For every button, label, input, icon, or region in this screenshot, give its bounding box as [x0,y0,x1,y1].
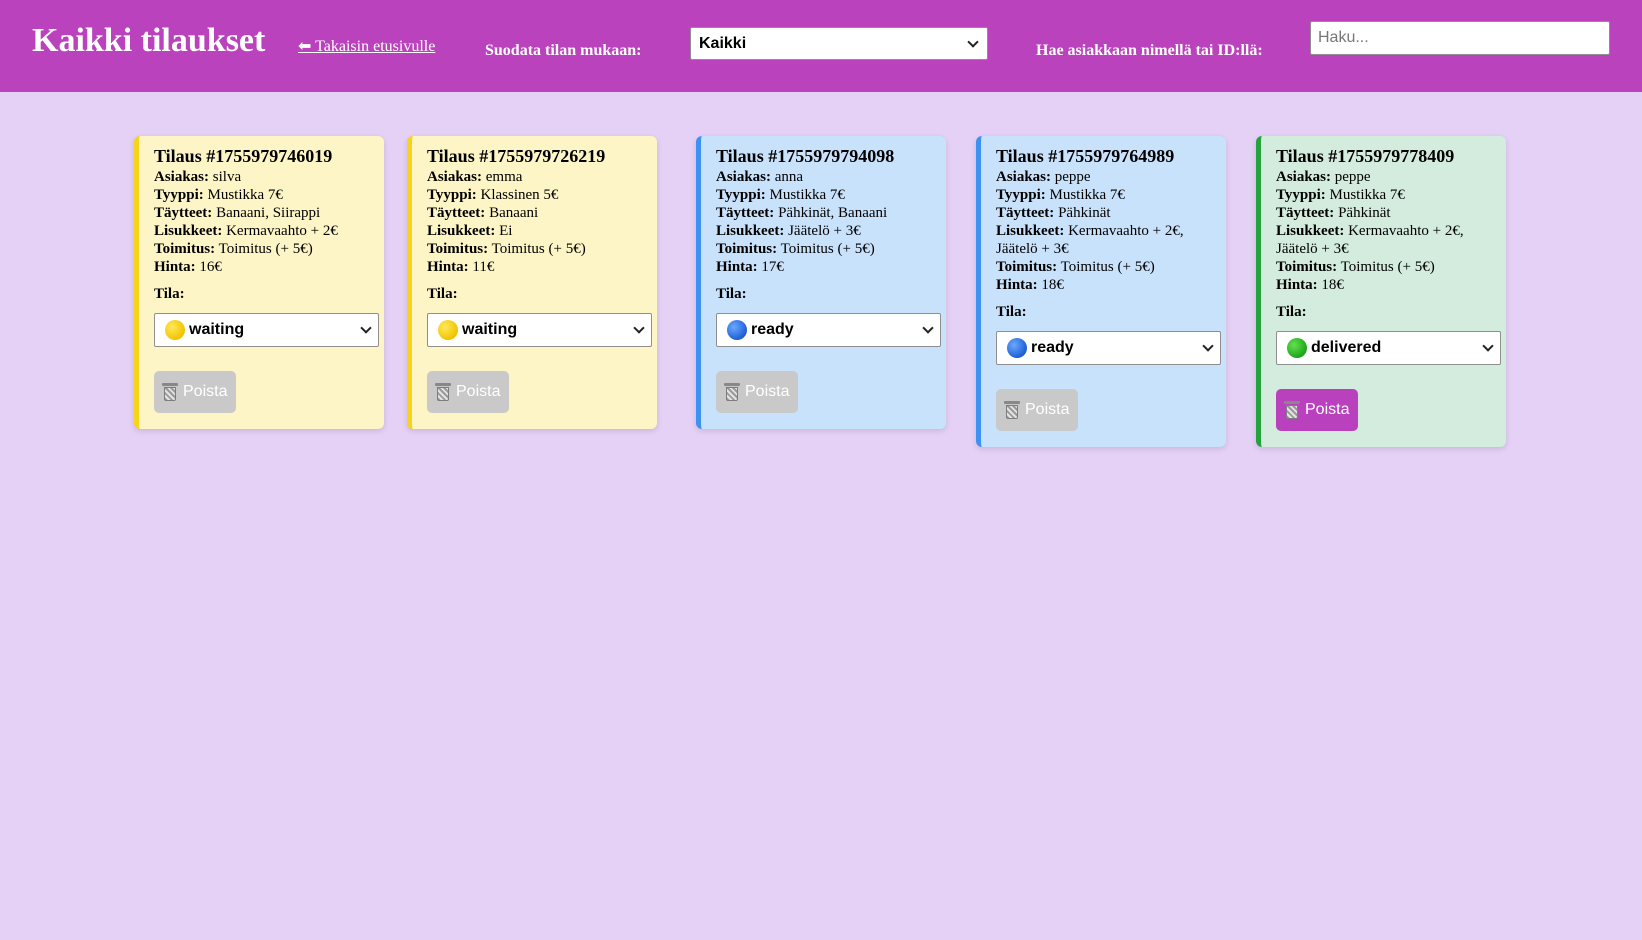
status-label: Tila: [427,286,458,302]
fillings-row: Täytteet: Banaani [427,205,539,221]
page-title: Kaikki tilaukset [32,22,266,59]
header-bar: Kaikki tilaukset ⬅ Takaisin etusivulle S… [0,0,1642,92]
delete-label: Poista [1025,401,1070,418]
price-row: Hinta: 17€ [716,259,784,275]
customer-row: Asiakas: peppe [996,169,1091,185]
status-select[interactable]: ready [996,331,1221,365]
customer-row: Asiakas: peppe [1276,169,1371,185]
status-value: waiting [462,321,518,338]
order-title: Tilaus #1755979778409 [1276,146,1455,166]
status-label: Tila: [154,286,185,302]
chevron-down-icon [1482,340,1494,352]
type-row: Tyyppi: Klassinen 5€ [427,187,559,203]
fillings-row: Täytteet: Pähkinät [996,205,1111,221]
green-circle-icon [1287,338,1307,358]
trash-icon [1283,400,1301,420]
blue-circle-icon [1007,338,1027,358]
order-card: Tilaus #1755979764989 Asiakas: peppe Tyy… [976,136,1226,447]
delivery-row: Toimitus: Toimitus (+ 5€) [716,241,875,257]
fillings-row: Täytteet: Pähkinät, Banaani [716,205,888,221]
order-title: Tilaus #1755979726219 [427,146,606,166]
delete-button[interactable]: Poista [716,371,799,413]
extras-row: Lisukkeet: Ei [427,223,513,239]
status-value: ready [751,321,794,338]
price-row: Hinta: 18€ [1276,277,1344,293]
order-title: Tilaus #1755979764989 [996,146,1175,166]
order-card: Tilaus #1755979794098 Asiakas: anna Tyyp… [696,136,946,429]
delivery-row: Toimitus: Toimitus (+ 5€) [1276,259,1435,275]
extras-row: Lisukkeet: Jäätelö + 3€ [716,223,861,239]
status-value: delivered [1311,339,1382,356]
customer-row: Asiakas: anna [716,169,804,185]
trash-icon [1003,400,1021,420]
chevron-down-icon [922,322,934,334]
order-title: Tilaus #1755979794098 [716,146,895,166]
trash-icon [723,382,741,402]
delivery-row: Toimitus: Toimitus (+ 5€) [427,241,586,257]
yellow-circle-icon [165,320,185,340]
status-value: ready [1031,339,1074,356]
back-to-home-link[interactable]: ⬅ Takaisin etusivulle [298,36,435,56]
fillings-row: Täytteet: Pähkinät [1276,205,1391,221]
type-row: Tyyppi: Mustikka 7€ [996,187,1125,203]
delete-button[interactable]: Poista [1276,389,1359,431]
type-row: Tyyppi: Mustikka 7€ [716,187,845,203]
type-row: Tyyppi: Mustikka 7€ [1276,187,1405,203]
status-select[interactable]: waiting [427,313,652,347]
extras-row: Lisukkeet: Kermavaahto + 2€, Jäätelö + 3… [996,223,1184,257]
status-select[interactable]: delivered [1276,331,1501,365]
chevron-down-icon [1202,340,1214,352]
delete-button[interactable]: Poista [996,389,1079,431]
status-select[interactable]: waiting [154,313,379,347]
status-filter-value: Kaikki [699,34,747,52]
customer-row: Asiakas: emma [427,169,523,185]
fillings-row: Täytteet: Banaani, Siirappi [154,205,321,221]
search-label: Hae asiakkaan nimellä tai ID:llä: [1036,42,1263,59]
delete-label: Poista [1305,401,1350,418]
order-card: Tilaus #1755979746019 Asiakas: silva Tyy… [134,136,384,429]
price-row: Hinta: 11€ [427,259,495,275]
chevron-down-icon [967,35,979,48]
chevron-down-icon [633,322,645,334]
order-card: Tilaus #1755979726219 Asiakas: emma Tyyp… [407,136,657,429]
price-row: Hinta: 16€ [154,259,222,275]
delete-label: Poista [183,383,228,400]
order-title: Tilaus #1755979746019 [154,146,333,166]
customer-row: Asiakas: silva [154,169,242,185]
search-input[interactable] [1310,21,1610,55]
delivery-row: Toimitus: Toimitus (+ 5€) [996,259,1155,275]
status-select[interactable]: ready [716,313,941,347]
status-label: Tila: [716,286,747,302]
status-filter-select[interactable]: Kaikki [690,27,988,60]
extras-row: Lisukkeet: Kermavaahto + 2€, Jäätelö + 3… [1276,223,1464,257]
price-row: Hinta: 18€ [996,277,1064,293]
trash-icon [434,382,452,402]
delete-button[interactable]: Poista [154,371,237,413]
status-value: waiting [189,321,245,338]
delete-label: Poista [745,383,790,400]
status-filter-label: Suodata tilan mukaan: [485,42,642,59]
trash-icon [161,382,179,402]
status-label: Tila: [1276,304,1307,320]
status-label: Tila: [996,304,1027,320]
order-card: Tilaus #1755979778409 Asiakas: peppe Tyy… [1256,136,1506,447]
blue-circle-icon [727,320,747,340]
delivery-row: Toimitus: Toimitus (+ 5€) [154,241,313,257]
delete-button[interactable]: Poista [427,371,510,413]
yellow-circle-icon [438,320,458,340]
chevron-down-icon [360,322,372,334]
delete-label: Poista [456,383,501,400]
type-row: Tyyppi: Mustikka 7€ [154,187,283,203]
extras-row: Lisukkeet: Kermavaahto + 2€ [154,223,338,239]
